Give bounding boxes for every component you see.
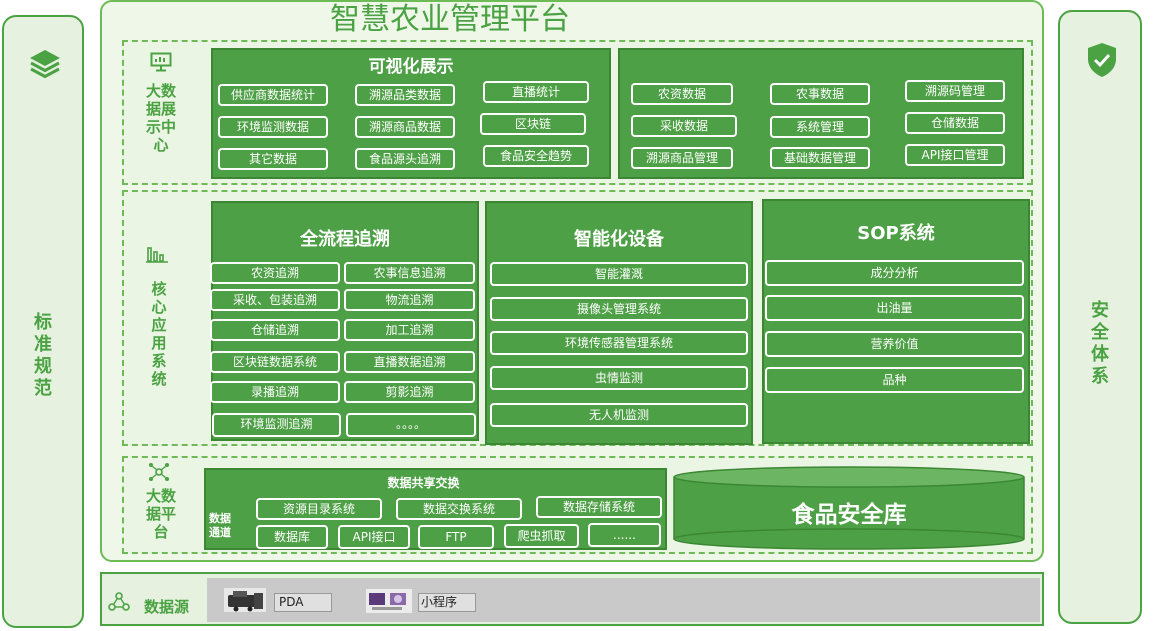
display-item[interactable]: 采收数据 [631, 115, 737, 137]
data-exchange-panel: 数据共享交换 数据 通道 资源目录系统 数据交换系统 数据存储系统 数据库 API… [204, 468, 667, 550]
exchange-item[interactable]: 爬虫抓取 [504, 524, 579, 548]
exchange-item[interactable]: 数据库 [256, 525, 328, 549]
trace-item[interactable]: 物流追溯 [344, 289, 475, 311]
display-item[interactable]: 农事数据 [770, 83, 870, 105]
big-data-platform-label: 大数 据平台 [145, 487, 176, 541]
trace-item[interactable]: 直播数据追溯 [344, 351, 475, 373]
exchange-item[interactable]: ...... [588, 523, 661, 547]
exchange-item[interactable]: 资源目录系统 [256, 498, 382, 520]
mini-program-icon [366, 587, 412, 619]
trace-item[interactable]: 录播追溯 [210, 381, 340, 403]
trace-item[interactable]: 采收、包装追溯 [210, 289, 340, 311]
device-item[interactable]: 无人机监测 [490, 403, 748, 427]
display-item[interactable]: 溯源商品数据 [355, 116, 455, 138]
sop-title: SOP系统 [857, 223, 935, 244]
data-exchange-title: 数据共享交换 [387, 476, 460, 490]
page-title: 智慧农业管理平台 [330, 2, 570, 37]
display-item[interactable]: 食品源头追溯 [355, 148, 455, 170]
standards-column: 标准规范 [2, 15, 84, 628]
traceability-panel: 全流程追溯 农资追溯 农事信息追溯 采收、包装追溯 物流追溯 仓储追溯 加工追溯… [210, 201, 479, 441]
cloud-nodes-icon [108, 592, 130, 616]
display-item[interactable]: 食品安全趋势 [483, 145, 589, 167]
sop-item[interactable]: 营养价值 [765, 331, 1024, 357]
exchange-item[interactable]: FTP [418, 525, 494, 549]
security-label: 安全体系 [1091, 300, 1109, 387]
device-item[interactable]: 智能灌溉 [490, 262, 748, 286]
smart-devices-panel: 智能化设备 智能灌溉 摄像头管理系统 环境传感器管理系统 虫情监测 无人机监测 [485, 201, 753, 445]
trace-item[interactable]: 剪影追溯 [344, 381, 475, 403]
pda-device-icon [224, 586, 266, 618]
bar-chart-icon [146, 245, 168, 267]
trace-item[interactable]: 农资追溯 [210, 262, 340, 284]
display-item[interactable]: 环境监测数据 [218, 116, 328, 138]
layers-icon [28, 47, 62, 85]
trace-item[interactable]: 仓储追溯 [210, 319, 340, 341]
device-item[interactable]: 环境传感器管理系统 [490, 331, 748, 355]
visualization-panel: 可视化展示 供应商数据统计 溯源品类数据 直播统计 环境监测数据 溯源商品数据 … [211, 48, 611, 179]
monitor-icon [150, 52, 172, 76]
smart-devices-title: 智能化设备 [574, 229, 664, 250]
display-item[interactable]: 供应商数据统计 [218, 84, 328, 106]
traceability-title: 全流程追溯 [300, 229, 390, 250]
trace-item[interactable]: 农事信息追溯 [344, 262, 475, 284]
display-item[interactable]: 仓储数据 [905, 112, 1005, 134]
data-channel-label: 数据 通道 [209, 512, 231, 539]
display-item[interactable]: 直播统计 [483, 81, 589, 103]
display-item[interactable]: 溯源码管理 [905, 80, 1005, 102]
display-item[interactable]: 溯源品类数据 [355, 84, 455, 106]
sop-item[interactable]: 成分分析 [765, 260, 1024, 286]
sop-item[interactable]: 出油量 [765, 295, 1024, 321]
device-item[interactable]: 摄像头管理系统 [490, 297, 748, 321]
device-item[interactable]: 虫情监测 [490, 366, 748, 390]
display-item[interactable]: 基础数据管理 [770, 147, 870, 169]
exchange-item[interactable]: 数据交换系统 [396, 498, 522, 520]
mini-program-label[interactable]: 小程序 [418, 593, 476, 612]
shield-check-icon [1086, 42, 1118, 82]
display-item[interactable]: 其它数据 [218, 148, 328, 170]
trace-item[interactable]: 。。。。 [346, 413, 476, 437]
trace-item[interactable]: 环境监测追溯 [212, 413, 341, 437]
trace-item[interactable]: 加工追溯 [344, 319, 475, 341]
sop-panel: SOP系统 成分分析 出油量 营养价值 品种 [762, 199, 1030, 444]
display-item[interactable]: 区块链 [480, 113, 586, 135]
standards-label: 标准规范 [34, 312, 52, 399]
exchange-item[interactable]: 数据存储系统 [536, 496, 662, 518]
exchange-item[interactable]: API接口 [338, 525, 410, 549]
food-safety-database-label: 食品安全库 [791, 502, 907, 528]
data-source-label: 数据源 [144, 598, 190, 616]
display-item[interactable]: 溯源商品管理 [631, 147, 733, 169]
data-management-panel: 农资数据 农事数据 溯源码管理 采收数据 系统管理 仓储数据 溯源商品管理 基础… [618, 48, 1024, 179]
network-icon [148, 462, 170, 486]
display-item[interactable]: API接口管理 [905, 144, 1005, 166]
pda-label[interactable]: PDA [274, 593, 332, 612]
display-center-label: 大数 据展 示中心 [145, 82, 176, 154]
trace-item[interactable]: 区块链数据系统 [210, 351, 340, 373]
display-item[interactable]: 农资数据 [631, 83, 733, 105]
display-item[interactable]: 系统管理 [770, 116, 870, 138]
security-column: 安全体系 [1058, 10, 1142, 624]
visualization-title: 可视化展示 [368, 57, 454, 77]
core-system-label: 核心应用系统 [151, 280, 167, 388]
sop-item[interactable]: 品种 [765, 367, 1024, 393]
